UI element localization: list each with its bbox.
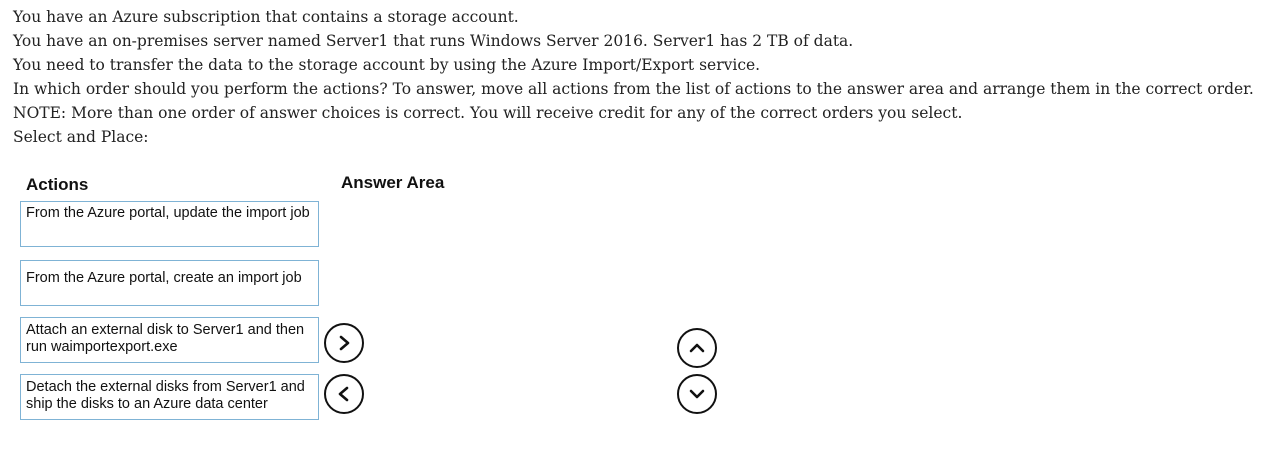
question-line: In which order should you perform the ac… <box>13 80 1254 98</box>
question-line: You need to transfer the data to the sto… <box>13 56 761 74</box>
action-item-update-import-job[interactable]: From the Azure portal, update the import… <box>20 201 319 247</box>
answer-area-header: Answer Area <box>341 173 445 192</box>
move-down-button[interactable] <box>677 374 717 414</box>
chevron-right-icon <box>339 335 350 351</box>
chevron-left-icon <box>338 386 349 402</box>
question-text: You have an Azure subscription that cont… <box>13 5 1254 149</box>
move-up-button[interactable] <box>677 328 717 368</box>
question-line: NOTE: More than one order of answer choi… <box>13 104 963 122</box>
chevron-down-icon <box>689 389 705 399</box>
question-line: You have an Azure subscription that cont… <box>13 8 519 26</box>
action-item-create-import-job[interactable]: From the Azure portal, create an import … <box>20 260 319 306</box>
move-right-button[interactable] <box>324 323 364 363</box>
question-line: You have an on-premises server named Ser… <box>13 32 854 50</box>
question-line: Select and Place: <box>13 128 149 146</box>
action-item-attach-disk[interactable]: Attach an external disk to Server1 and t… <box>20 317 319 363</box>
move-left-button[interactable] <box>324 374 364 414</box>
actions-header: Actions <box>26 175 89 194</box>
chevron-up-icon <box>689 343 705 353</box>
action-item-detach-disks[interactable]: Detach the external disks from Server1 a… <box>20 374 319 420</box>
